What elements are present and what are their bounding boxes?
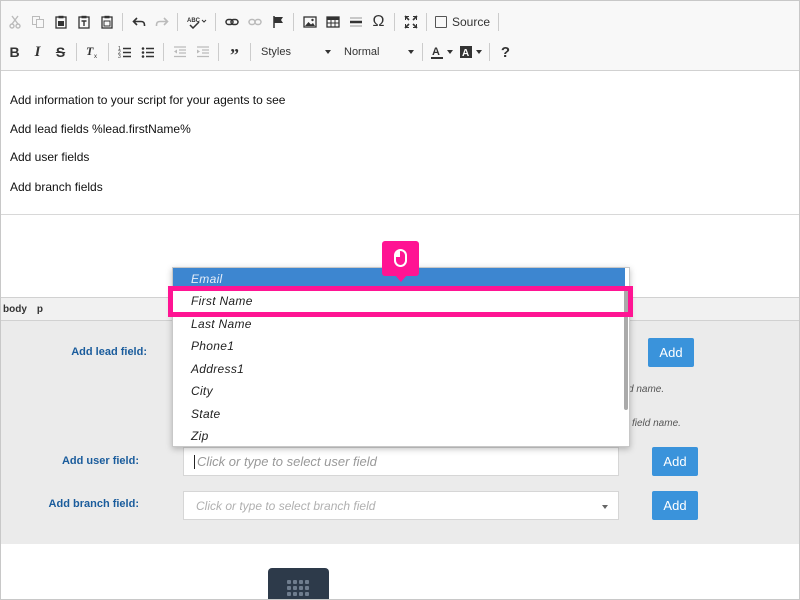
bold-icon[interactable]: B (4, 41, 26, 63)
toolbar-separator (218, 43, 219, 61)
toolbar-separator (177, 13, 178, 31)
bulleted-list-icon[interactable] (137, 41, 159, 63)
toolbar-separator (293, 13, 294, 31)
branch-field-label: Add branch field: (48, 498, 139, 510)
chevron-down-icon (476, 50, 482, 54)
keypad-button[interactable] (268, 568, 329, 599)
dropdown-option-phone1[interactable]: Phone1 (173, 335, 625, 357)
toolbar-separator (336, 43, 337, 61)
target-highlight-box (168, 286, 633, 317)
paste-icon[interactable] (50, 11, 72, 33)
toolbar-separator (498, 13, 500, 31)
outdent-icon[interactable] (169, 41, 191, 63)
dropdown-option-address1[interactable]: Address1 (173, 358, 625, 380)
source-button[interactable]: Source (431, 11, 494, 33)
text-caret (194, 454, 195, 469)
editor-line: Add lead fields %lead.firstName% (10, 122, 191, 136)
toolbar-row-1: ABC Ω Source (1, 9, 503, 35)
spellcheck-icon[interactable]: ABC (183, 11, 211, 33)
lead-field-hint-2: field name. (632, 418, 681, 429)
editor-toolbar: ABC Ω Source B I S T x 1 2 3 ” Styles No… (1, 1, 799, 71)
special-char-omega-icon[interactable]: Ω (368, 11, 390, 33)
editor-line: Add information to your script for your … (10, 93, 286, 107)
editor-page: ABC Ω Source B I S T x 1 2 3 ” Styles No… (0, 0, 800, 600)
toolbar-separator (422, 43, 423, 61)
remove-format-icon[interactable]: Tx (82, 41, 104, 63)
user-field-placeholder: Click or type to select user field (197, 454, 377, 469)
indent-icon[interactable] (192, 41, 214, 63)
branch-field-select[interactable]: Click or type to select branch field (183, 491, 619, 520)
italic-icon[interactable]: I (27, 41, 49, 63)
dropdown-option-zip[interactable]: Zip (173, 425, 625, 446)
dropdown-option-city[interactable]: City (173, 380, 625, 402)
text-color-icon: A (431, 46, 443, 59)
background-color-icon: A (460, 46, 472, 59)
bottom-area (1, 544, 799, 599)
background-color-button[interactable]: A (456, 41, 485, 63)
user-field-input[interactable]: Click or type to select user field (183, 447, 619, 476)
maximize-icon[interactable] (400, 11, 422, 33)
text-color-button[interactable]: A (427, 41, 456, 63)
toolbar-separator (394, 13, 395, 31)
paste-text-icon[interactable] (73, 11, 95, 33)
table-icon[interactable] (322, 11, 344, 33)
image-icon[interactable] (299, 11, 321, 33)
undo-icon[interactable] (128, 11, 150, 33)
copy-icon[interactable] (27, 11, 49, 33)
mouse-icon (394, 249, 407, 267)
lead-field-hint: d name. (628, 384, 665, 395)
styles-label: Styles (261, 46, 291, 58)
source-label: Source (452, 15, 491, 29)
toolbar-separator (163, 43, 164, 61)
styles-dropdown[interactable]: Styles (255, 41, 335, 63)
numbered-list-icon[interactable]: 123 (114, 41, 136, 63)
editor-line: Add branch fields (10, 180, 103, 194)
user-field-label: Add user field: (61, 455, 139, 467)
toolbar-separator (76, 43, 77, 61)
cut-icon[interactable] (4, 11, 26, 33)
svg-text:T: T (86, 45, 94, 58)
toolbar-row-2: B I S Tx 123 ” Styles Normal A A ? (1, 39, 517, 65)
chevron-down-icon (408, 50, 414, 54)
toolbar-separator (122, 13, 123, 31)
chevron-down-icon (325, 50, 331, 54)
link-icon[interactable] (221, 11, 243, 33)
toolbar-separator (108, 43, 109, 61)
branch-field-placeholder: Click or type to select branch field (196, 498, 376, 513)
svg-text:3: 3 (118, 54, 121, 59)
blockquote-icon[interactable]: ” (224, 41, 246, 65)
toolbar-separator (426, 13, 427, 31)
svg-text:A: A (432, 46, 440, 58)
add-lead-field-button[interactable]: Add (648, 338, 694, 367)
unlink-icon[interactable] (244, 11, 266, 33)
chevron-down-icon (447, 50, 453, 54)
keypad-icon (287, 580, 311, 596)
path-item-p[interactable]: p (37, 304, 43, 315)
anchor-flag-icon[interactable] (267, 11, 289, 33)
paste-word-icon[interactable] (96, 11, 118, 33)
mouse-click-indicator (382, 241, 419, 282)
format-label: Normal (344, 46, 380, 58)
dropdown-option-state[interactable]: State (173, 403, 625, 425)
add-branch-field-button[interactable]: Add (652, 491, 698, 520)
redo-icon[interactable] (151, 11, 173, 33)
editor-line: Add user fields (10, 150, 90, 164)
toolbar-separator (250, 43, 251, 61)
chevron-down-icon (602, 505, 608, 509)
path-item-body[interactable]: body (3, 304, 27, 315)
strikethrough-icon[interactable]: S (50, 41, 72, 63)
toolbar-separator (215, 13, 216, 31)
lead-field-label: Add lead field: (71, 346, 147, 358)
content-divider (1, 214, 799, 215)
horizontal-line-icon[interactable] (345, 11, 367, 33)
toolbar-separator (489, 43, 490, 61)
source-icon (435, 16, 447, 28)
add-user-field-button[interactable]: Add (652, 447, 698, 476)
format-dropdown[interactable]: Normal (338, 41, 418, 63)
svg-text:x: x (94, 54, 97, 59)
svg-text:A: A (462, 48, 469, 59)
help-icon[interactable]: ? (495, 41, 517, 63)
